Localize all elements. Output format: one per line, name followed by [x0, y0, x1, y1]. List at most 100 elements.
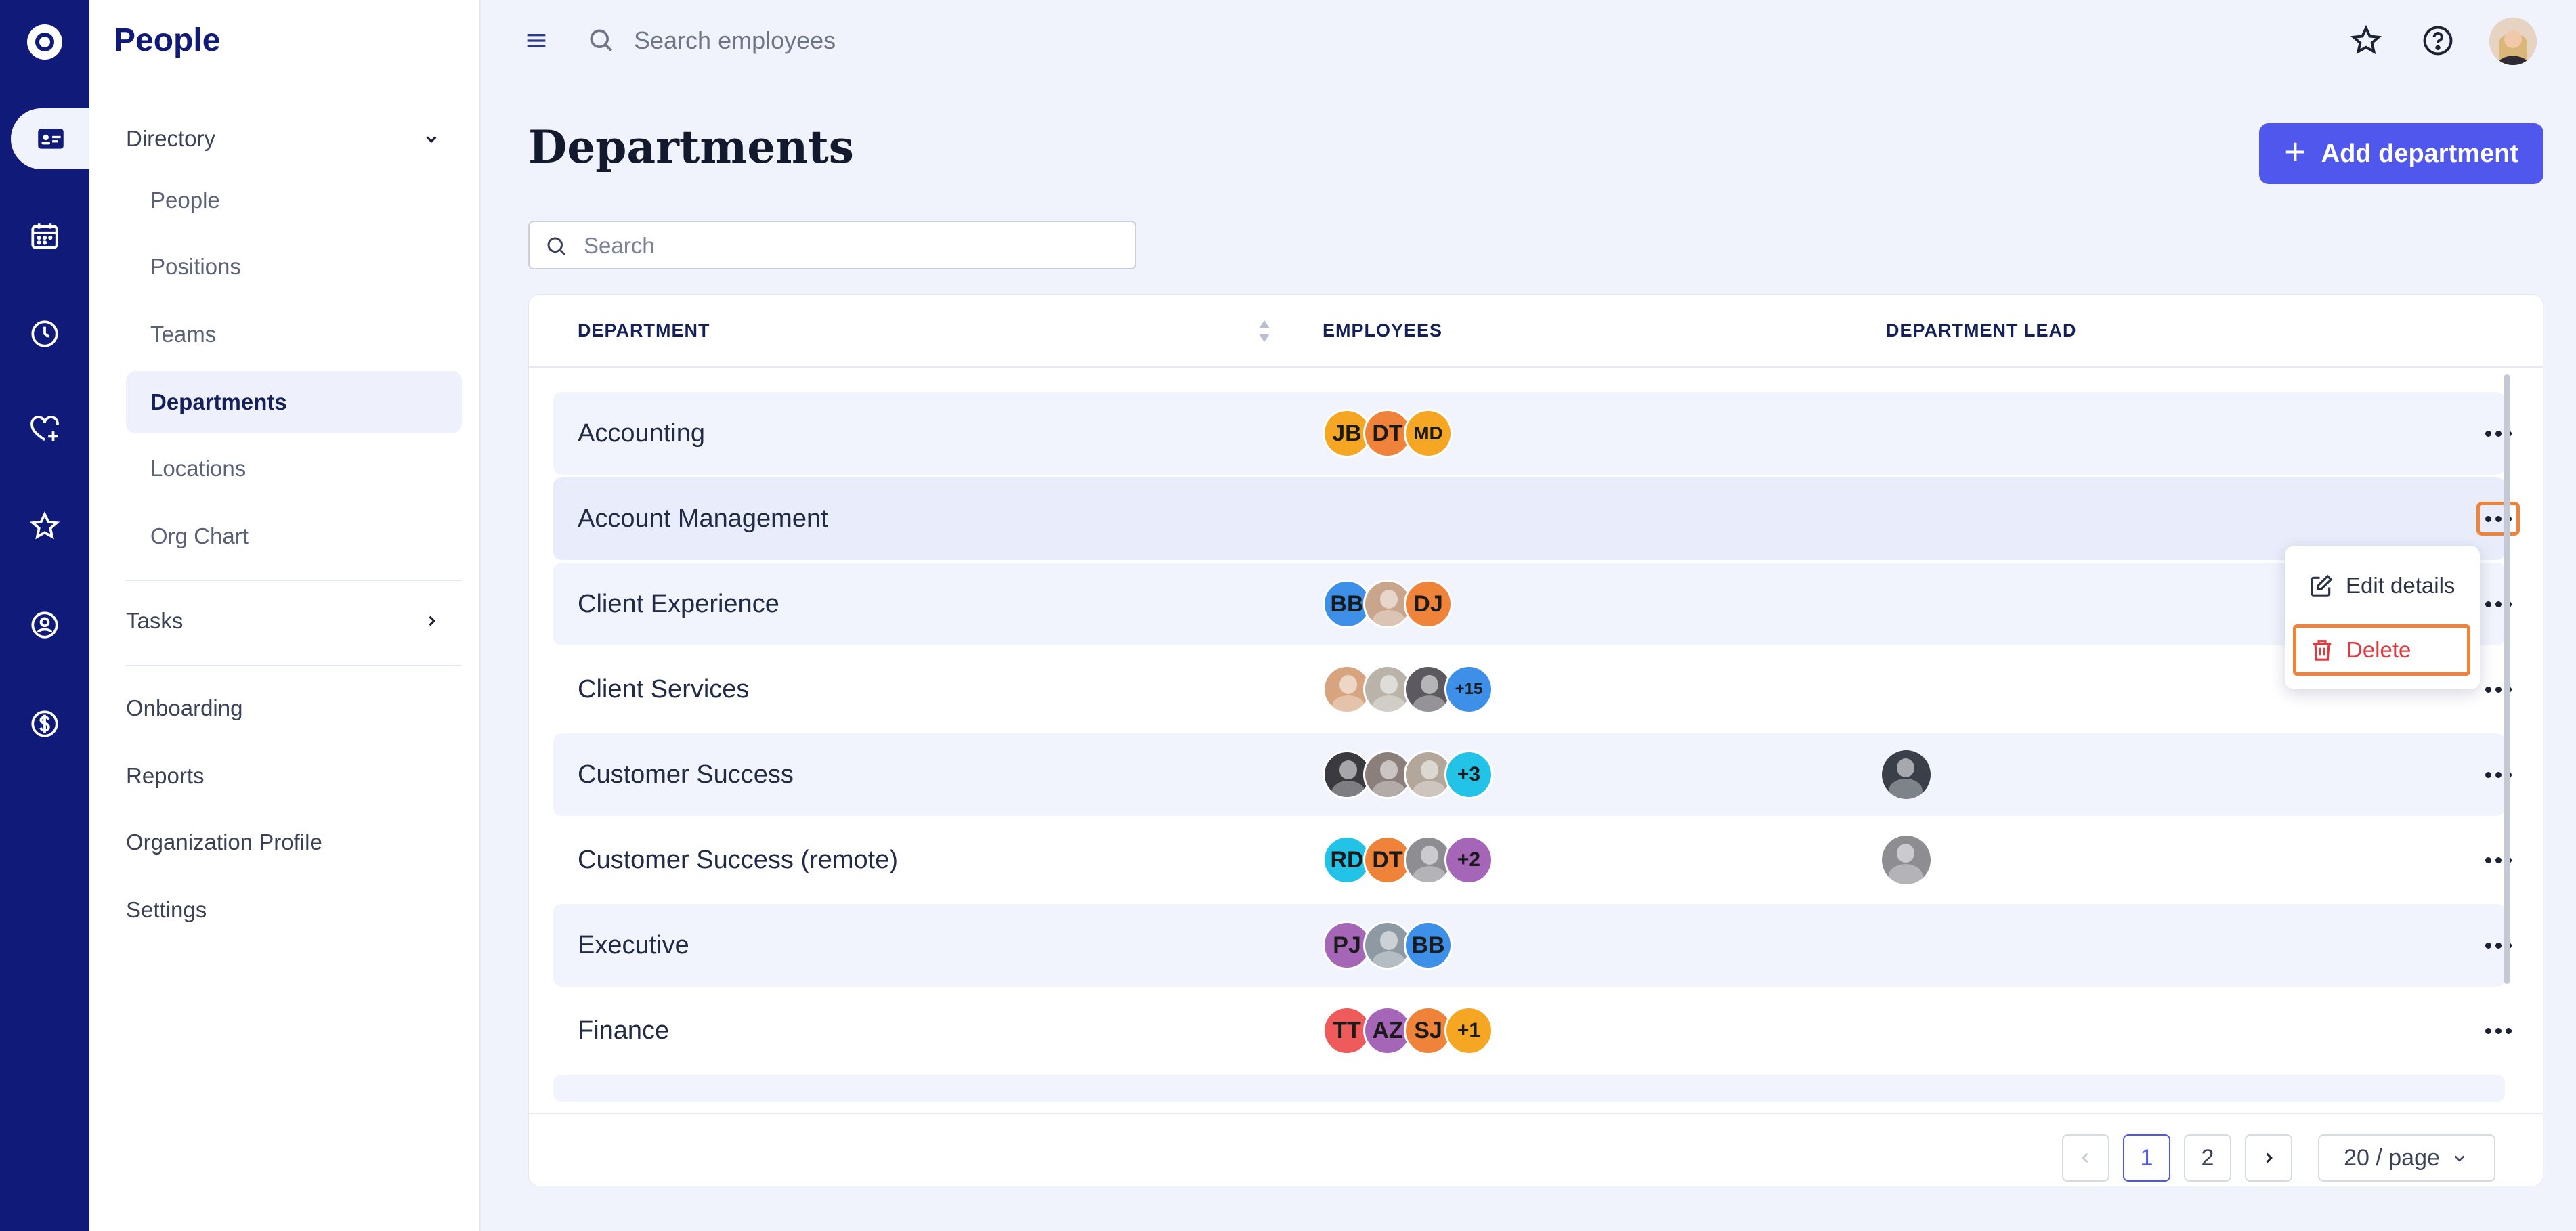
employee-initials-avatar[interactable]: MD — [1404, 409, 1453, 458]
employee-avatars: JB DT MD — [1323, 409, 1453, 458]
more-actions-icon[interactable] — [2476, 758, 2520, 792]
more-actions-icon[interactable] — [2476, 587, 2520, 621]
table-row[interactable]: Customer Success (remote) RD DT +2 — [553, 819, 2512, 901]
sidebar-item-onboarding[interactable]: Onboarding — [126, 688, 242, 729]
department-name[interactable]: Account Management — [578, 504, 828, 534]
employee-avatars: +15 — [1323, 665, 1493, 714]
table-row[interactable]: Customer Success +3 — [553, 733, 2512, 816]
sidebar-item-departments[interactable]: Departments — [126, 371, 462, 433]
next-page-button[interactable] — [2245, 1134, 2292, 1182]
calendar-icon[interactable] — [0, 206, 89, 267]
department-name[interactable]: Customer Success — [578, 760, 794, 790]
employee-avatars: TT AZ SJ +1 — [1323, 1006, 1493, 1055]
table-row[interactable]: Accounting JB DT MD — [553, 392, 2512, 475]
department-name[interactable]: Accounting — [578, 419, 705, 448]
sidebar-item-positions[interactable]: Positions — [126, 236, 462, 298]
plus-icon: + — [2283, 130, 2306, 173]
department-search-input[interactable] — [584, 229, 1112, 263]
sidebar-item-org-chart[interactable]: Org Chart — [126, 505, 462, 567]
departments-table: DEPARTMENT EMPLOYEES DEPARTMENT LEAD Acc… — [528, 294, 2543, 1186]
directory-icon[interactable] — [11, 108, 91, 169]
sidebar-group-directory[interactable]: Directory — [126, 115, 451, 163]
sidebar-item-people[interactable]: People — [126, 169, 462, 232]
more-employees-badge[interactable]: +1 — [1444, 1006, 1493, 1055]
sidebar-item-teams[interactable]: Teams — [126, 303, 462, 366]
employee-avatars: +3 — [1323, 750, 1493, 799]
sort-icon[interactable] — [1258, 319, 1271, 343]
help-icon[interactable] — [2418, 20, 2458, 61]
add-department-button[interactable]: + Add department — [2259, 123, 2543, 184]
dot — [2485, 430, 2491, 437]
column-header-department[interactable]: DEPARTMENT — [578, 320, 710, 341]
user-avatar[interactable] — [2489, 18, 2537, 65]
sidebar-item-locations[interactable]: Locations — [126, 437, 462, 500]
more-actions-icon[interactable] — [2476, 672, 2520, 706]
edit-details-menu-item[interactable]: Edit details — [2294, 562, 2472, 609]
dot — [2495, 771, 2502, 778]
table-header: DEPARTMENT EMPLOYEES DEPARTMENT LEAD — [529, 295, 2543, 368]
sidebar-item-reports[interactable]: Reports — [126, 756, 205, 796]
dot — [2485, 771, 2491, 778]
department-name[interactable]: Client Services — [578, 675, 749, 704]
clock-icon[interactable] — [0, 303, 89, 364]
table-scrollbar[interactable] — [2504, 374, 2510, 984]
page-size-select[interactable]: 20 / page — [2318, 1134, 2495, 1182]
table-row[interactable]: Finance TT AZ SJ +1 — [553, 989, 2512, 1072]
prev-page-button[interactable] — [2062, 1134, 2109, 1182]
table-row[interactable]: Account Management — [553, 477, 2520, 560]
employee-initials-avatar[interactable]: BB — [1404, 921, 1453, 970]
page-button-1[interactable]: 1 — [2123, 1134, 2170, 1182]
dot — [2485, 515, 2491, 522]
delete-menu-item[interactable]: Delete — [2293, 624, 2470, 676]
dot — [2485, 857, 2491, 863]
heart-plus-icon[interactable] — [0, 399, 89, 460]
dot — [2485, 686, 2491, 693]
search-icon — [590, 29, 612, 51]
row-actions-menu: Edit details Delete — [2285, 546, 2480, 689]
table-footer: 1 2 20 / page — [529, 1113, 2543, 1186]
page-title: Departments — [528, 121, 854, 173]
add-department-label: Add department — [2321, 139, 2519, 168]
app-logo[interactable] — [27, 24, 62, 60]
edit-icon — [2311, 574, 2333, 597]
dollar-icon[interactable] — [0, 693, 89, 754]
person-search-icon[interactable] — [0, 595, 89, 655]
dot — [2505, 1027, 2512, 1034]
more-employees-badge[interactable]: +2 — [1444, 836, 1493, 884]
dot — [2495, 942, 2502, 949]
menu-icon[interactable] — [523, 27, 550, 54]
dot — [2485, 1027, 2491, 1034]
app-rail — [0, 0, 91, 1231]
column-header-department-lead: DEPARTMENT LEAD — [1886, 320, 2077, 341]
sidebar-item-organization-profile[interactable]: Organization Profile — [126, 822, 322, 863]
favorites-star-icon[interactable] — [2346, 20, 2386, 61]
department-name[interactable]: Customer Success (remote) — [578, 846, 898, 875]
table-row[interactable]: Executive PJ BB — [553, 904, 2512, 987]
table-row[interactable]: Client Services +15 — [553, 648, 2512, 731]
department-name[interactable]: Finance — [578, 1016, 669, 1045]
more-actions-icon[interactable] — [2476, 1014, 2520, 1048]
employee-search-input[interactable] — [634, 20, 1176, 61]
trash-icon — [2313, 640, 2332, 661]
department-name[interactable]: Client Experience — [578, 590, 779, 619]
department-search — [528, 221, 1136, 269]
chevron-down-icon — [2454, 1155, 2465, 1162]
more-employees-badge[interactable]: +15 — [1444, 665, 1493, 714]
star-icon[interactable] — [0, 496, 89, 557]
more-employees-badge[interactable]: +3 — [1444, 750, 1493, 799]
department-name[interactable]: Executive — [578, 931, 689, 960]
employee-initials-avatar[interactable]: DJ — [1404, 580, 1453, 628]
sidebar-item-settings[interactable]: Settings — [126, 890, 207, 930]
more-actions-icon[interactable] — [2476, 416, 2520, 450]
table-row[interactable] — [553, 1075, 2505, 1102]
sidebar-group-tasks[interactable]: Tasks — [126, 597, 451, 645]
department-lead-avatar[interactable] — [1882, 836, 1931, 884]
table-row[interactable]: Client Experience BB DJ — [553, 563, 2512, 645]
more-actions-icon[interactable] — [2476, 502, 2520, 536]
dot — [2495, 601, 2502, 607]
more-actions-icon[interactable] — [2476, 928, 2520, 962]
more-actions-icon[interactable] — [2476, 843, 2520, 877]
dot — [2495, 515, 2502, 522]
page-button-2[interactable]: 2 — [2184, 1134, 2231, 1182]
department-lead-avatar[interactable] — [1882, 750, 1931, 799]
